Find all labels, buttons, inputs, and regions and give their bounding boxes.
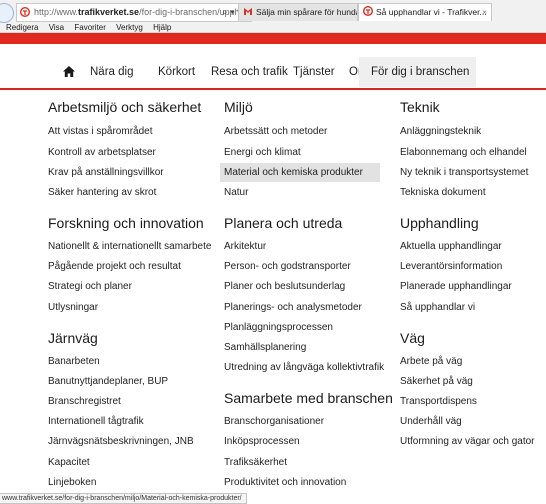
menu-link[interactable]: Arbete på väg [400, 352, 462, 371]
menu-item[interactable]: Verktyg [116, 23, 143, 32]
menu-link[interactable]: Ny teknik i transportsystemet [400, 163, 528, 182]
menu-link[interactable]: Säkerhet på väg [400, 372, 473, 391]
menu-link[interactable]: Nationellt & internationellt samarbete [48, 237, 211, 256]
menu-item[interactable]: Hjälp [153, 23, 171, 32]
menu-link[interactable]: Utredning av långväga kollektivtrafik [224, 358, 384, 377]
menu-link[interactable]: Krav på anställningsvillkor [48, 163, 164, 182]
section-title[interactable]: Väg [400, 330, 425, 346]
menu-link[interactable]: Att vistas i spårområdet [48, 122, 152, 141]
address-url: http://www.trafikverket.se/for-dig-i-bra… [34, 7, 245, 17]
menu-link[interactable]: Så upphandlar vi [400, 298, 475, 317]
menu-link-highlighted[interactable]: Material och kemiska produkter [220, 163, 380, 182]
menu-link[interactable]: Järnvägsnätsbeskrivningen, JNB [48, 432, 194, 451]
menu-link[interactable]: Energi och klimat [224, 143, 301, 162]
nav-item[interactable]: Resa och trafik [211, 57, 288, 87]
section-title[interactable]: Miljö [224, 99, 253, 115]
menu-link[interactable]: Strategi och planer [48, 277, 132, 296]
menu-link[interactable]: Underhåll väg [400, 412, 462, 431]
menu-link[interactable]: Aktuella upphandlingar [400, 237, 502, 256]
site-nav: Nära dig Körkort Resa och trafik Tjänste… [0, 57, 546, 87]
menu-link[interactable]: Trafiksäkerhet [224, 453, 287, 472]
nav-item[interactable]: Tjänster [293, 57, 335, 87]
menu-link[interactable]: Utlysningar [48, 298, 98, 317]
nav-underline [0, 88, 546, 90]
menu-link[interactable]: Elabonnemang och elhandel [400, 143, 527, 162]
back-button[interactable] [0, 3, 14, 23]
menu-link[interactable]: Planer och beslutsunderlag [224, 277, 345, 296]
menu-link[interactable]: Arkitektur [224, 237, 266, 256]
section-title[interactable]: Forskning och innovation [48, 215, 204, 231]
nav-item[interactable]: Körkort [158, 57, 195, 87]
menu-link[interactable]: Pågående projekt och resultat [48, 257, 181, 276]
menu-link[interactable]: Arbetssätt och metoder [224, 122, 327, 141]
section-title[interactable]: Upphandling [400, 215, 479, 231]
menu-item[interactable]: Favoriter [74, 23, 106, 32]
gmail-icon [244, 8, 252, 15]
menu-link[interactable]: Branschregistret [48, 392, 121, 411]
close-tab-icon[interactable]: × [482, 4, 487, 21]
brand-band [0, 33, 546, 44]
trafikverket-icon [20, 7, 30, 17]
menu-link[interactable]: Anläggningsteknik [400, 122, 481, 141]
section-title[interactable]: Samarbete med branschen [224, 390, 393, 406]
section-title[interactable]: Teknik [400, 99, 440, 115]
section-title[interactable]: Järnväg [48, 330, 98, 346]
menu-item[interactable]: Redigera [6, 23, 38, 32]
menu-link[interactable]: Inköpsprocessen [224, 432, 300, 451]
menu-item[interactable]: Visa [49, 23, 64, 32]
menu-link[interactable]: Planerings- och analysmetoder [224, 298, 362, 317]
menu-link[interactable]: Internationell tågtrafik [48, 412, 144, 431]
address-bar[interactable]: http://www.trafikverket.se/for-dig-i-bra… [16, 3, 252, 22]
home-icon[interactable] [63, 66, 75, 77]
menu-link[interactable]: Leverantörsinformation [400, 257, 502, 276]
menu-link[interactable]: Person- och godstransporter [224, 257, 351, 276]
menu-link[interactable]: Utformning av vägar och gator [400, 432, 535, 451]
menu-link[interactable]: Kontroll av arbetsplatser [48, 143, 156, 162]
browser-tab-gmail[interactable]: Sälja min spårare för hundar o... [238, 3, 358, 21]
menu-link[interactable]: Produktivitet och innovation [224, 473, 346, 492]
status-bar-url: www.trafikverket.se/for-dig-i-branschen/… [0, 493, 247, 504]
browser-tab-active[interactable]: Så upphandlar vi - Trafikver... × [358, 3, 492, 21]
menu-link[interactable]: Säker hantering av skrot [48, 183, 156, 202]
trafikverket-icon [363, 6, 373, 16]
menu-link[interactable]: Transportdispens [400, 392, 477, 411]
section-title[interactable]: Planera och utreda [224, 215, 342, 231]
menu-bar: Redigera Visa Favoriter Verktyg Hjälp [0, 22, 173, 33]
menu-link[interactable]: Tekniska dokument [400, 183, 486, 202]
menu-link[interactable]: Linjeboken [48, 473, 96, 492]
menu-link[interactable]: Branschorganisationer [224, 412, 324, 431]
menu-link[interactable]: Kapacitet [48, 453, 90, 472]
browser-chrome: http://www.trafikverket.se/for-dig-i-bra… [0, 0, 546, 33]
section-title[interactable]: Arbetsmiljö och säkerhet [48, 99, 201, 115]
menu-link[interactable]: Natur [224, 183, 248, 202]
nav-item-active[interactable]: För dig i branschen [359, 57, 477, 87]
menu-link[interactable]: Planläggningsprocessen [224, 318, 333, 337]
menu-link[interactable]: Banarbeten [48, 352, 100, 371]
menu-link[interactable]: Planerade upphandlingar [400, 277, 512, 296]
menu-link[interactable]: Banutnyttjandeplaner, BUP [48, 372, 168, 391]
menu-link[interactable]: Samhällsplanering [224, 338, 306, 357]
nav-item[interactable]: Nära dig [90, 57, 133, 87]
